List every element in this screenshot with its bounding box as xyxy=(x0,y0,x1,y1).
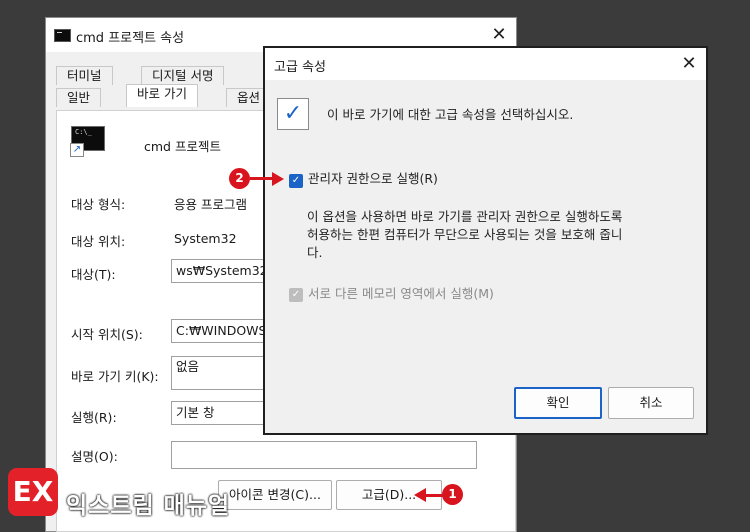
target-location-value: System32 xyxy=(174,231,237,246)
brand-name: 익스트림 매뉴얼 xyxy=(66,493,231,519)
comment-field[interactable] xyxy=(171,441,477,469)
tab-digital-signature[interactable]: 디지털 서명 xyxy=(141,66,225,85)
shortcut-arrow-icon: ↗ xyxy=(70,143,84,157)
run-as-admin-description-line-3: 다. xyxy=(307,245,323,260)
target-label: 대상(T): xyxy=(71,267,116,282)
advanced-titlebar: 고급 속성 ✕ xyxy=(265,48,706,80)
step-2-arrow-head xyxy=(272,172,284,186)
cancel-button[interactable]: 취소 xyxy=(608,387,694,419)
tab-terminal[interactable]: 터미널 xyxy=(56,66,113,85)
run-as-admin-checkbox[interactable]: ✓ xyxy=(289,174,303,188)
tab-general[interactable]: 일반 xyxy=(56,88,102,107)
run-as-admin-description-line-1: 이 옵션을 사용하면 바로 가기를 관리자 권한으로 실행하도록 xyxy=(307,209,623,224)
advanced-check-icon: ✓ xyxy=(277,98,309,130)
tab-shortcut[interactable]: 바로 가기 xyxy=(126,84,198,107)
step-2-arrow-line xyxy=(250,177,274,180)
comment-label: 설명(O): xyxy=(71,449,118,464)
change-icon-button[interactable]: 아이콘 변경(C)... xyxy=(218,480,332,510)
shortcut-key-label: 바로 가기 키(K): xyxy=(71,369,159,384)
start-in-label: 시작 위치(S): xyxy=(71,327,143,342)
cmd-icon-text: C:\_ xyxy=(75,128,92,136)
run-label: 실행(R): xyxy=(71,410,117,425)
separate-memory-checkbox: ✓ xyxy=(289,288,303,302)
target-type-value: 응용 프로그램 xyxy=(174,197,247,212)
ok-button[interactable]: 확인 xyxy=(514,387,602,419)
step-1-badge: 1 xyxy=(442,484,463,505)
brand-logo: EX xyxy=(8,468,58,516)
brand-tagline: More Better IT Life xyxy=(66,472,173,483)
run-as-admin-description-line-2: 허용하는 한편 컴퓨터가 무단으로 사용되는 것을 보호해 줍니 xyxy=(307,227,623,242)
properties-title: cmd 프로젝트 속성 xyxy=(76,31,185,46)
separate-memory-label: 서로 다른 메모리 영역에서 실행(M) xyxy=(308,286,494,301)
properties-close-button[interactable]: ✕ xyxy=(486,22,512,48)
advanced-close-button[interactable]: ✕ xyxy=(675,50,703,78)
target-location-label: 대상 위치: xyxy=(71,234,126,249)
advanced-title: 고급 속성 xyxy=(274,60,326,75)
target-type-label: 대상 형식: xyxy=(71,197,126,212)
advanced-intro-text: 이 바로 가기에 대한 고급 속성을 선택하십시오. xyxy=(327,107,574,122)
shortcut-name: cmd 프로젝트 xyxy=(144,139,221,154)
run-as-admin-label[interactable]: 관리자 권한으로 실행(R) xyxy=(308,170,438,188)
advanced-properties-dialog: 고급 속성 ✕ ✓ 이 바로 가기에 대한 고급 속성을 선택하십시오. ✓ 관… xyxy=(263,46,708,435)
step-2-badge: 2 xyxy=(229,168,250,189)
cmd-app-icon xyxy=(54,29,71,42)
